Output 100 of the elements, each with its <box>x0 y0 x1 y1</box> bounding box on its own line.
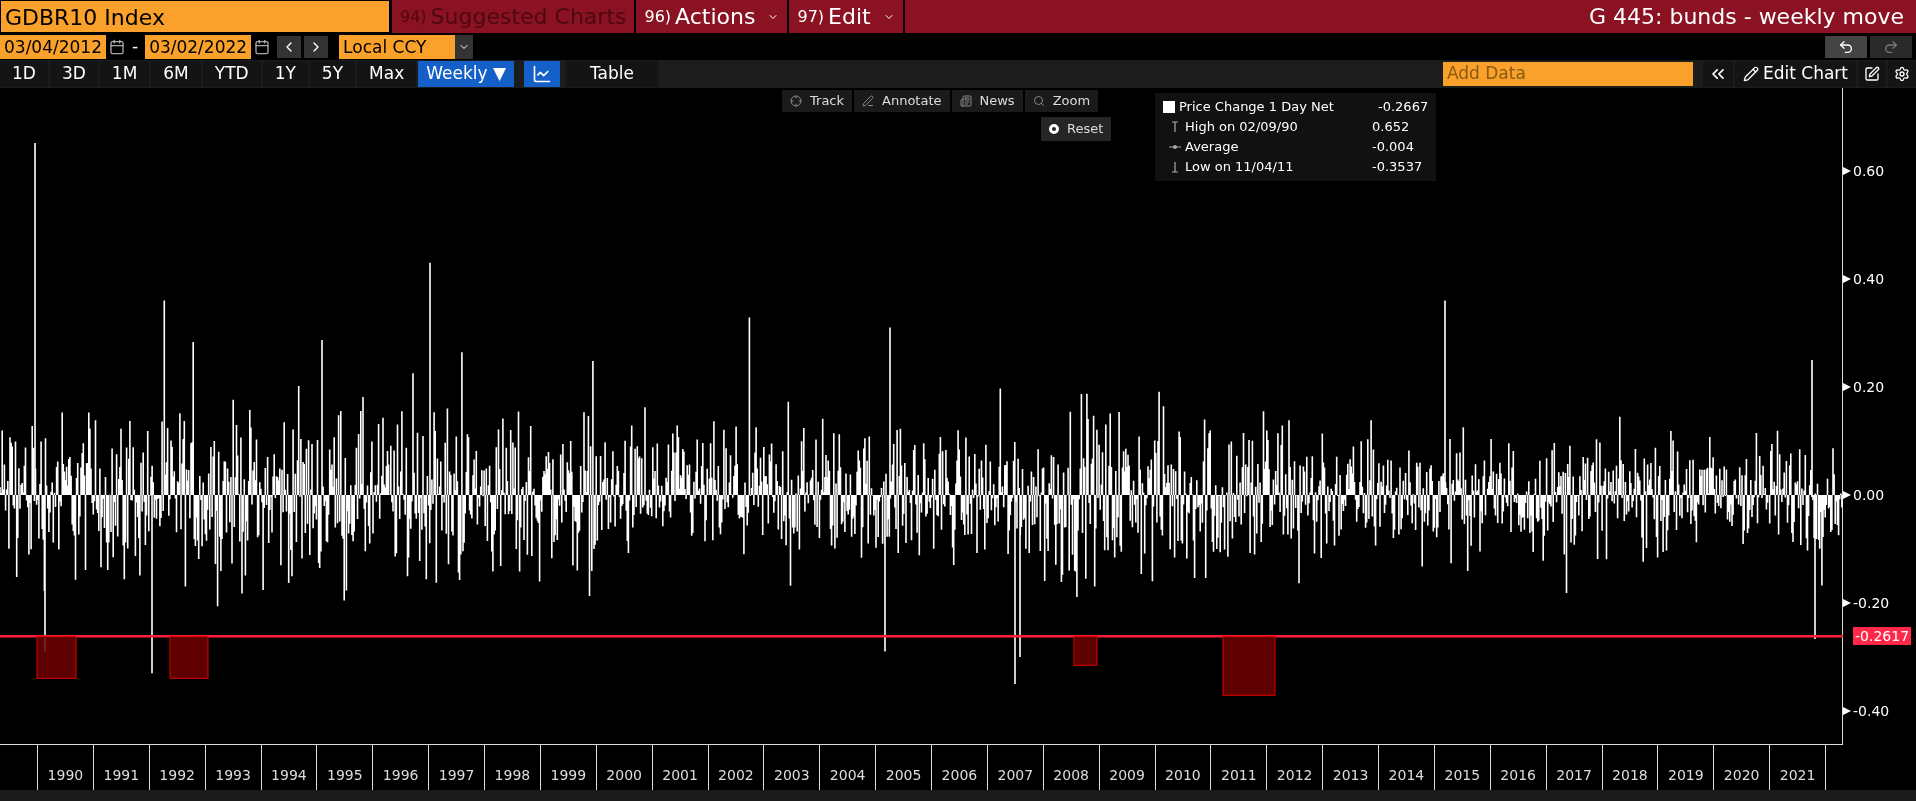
pencil-icon <box>1742 66 1759 82</box>
period-button[interactable]: 1D <box>0 61 48 87</box>
threshold-value-label: -0.2617 <box>1853 627 1912 646</box>
x-axis-label: 2019 <box>1668 766 1704 785</box>
period-button[interactable]: 3D <box>49 61 98 87</box>
y-axis-label: -0.20 <box>1853 594 1890 612</box>
x-axis-label: 2018 <box>1612 766 1648 785</box>
tick-marker-icon <box>1843 275 1851 283</box>
x-axis-label: 2021 <box>1779 766 1816 785</box>
settings-button[interactable] <box>1888 61 1916 87</box>
reset-icon <box>1049 124 1059 134</box>
search-icon <box>1032 95 1045 107</box>
settings-icon <box>1894 66 1910 82</box>
tick-marker-icon <box>1843 383 1851 391</box>
chart-tool-button[interactable]: Track <box>782 90 853 112</box>
period-button[interactable]: 1Y <box>262 61 308 87</box>
highlight-marker <box>1222 635 1276 696</box>
add-data-field[interactable]: Add Data <box>1442 62 1693 86</box>
x-axis-label: 2007 <box>997 766 1034 785</box>
chart-tool-button[interactable]: Zoom <box>1024 90 1099 112</box>
line-chart-icon <box>532 64 553 84</box>
period-button[interactable]: 5Y <box>309 61 356 87</box>
end-date-field[interactable]: 03/02/2022 <box>145 35 252 59</box>
series-value: -0.2667 <box>1378 98 1429 116</box>
x-axis-label: 2012 <box>1276 766 1313 785</box>
tick-marker-icon <box>1843 707 1851 715</box>
x-axis-label: 1997 <box>438 766 475 785</box>
x-axis-label: 2001 <box>662 766 698 785</box>
tick-marker-icon <box>1843 599 1851 607</box>
y-axis-label: 0.40 <box>1853 270 1885 288</box>
security-field[interactable]: GDBR10 Index <box>0 0 390 33</box>
next-button[interactable] <box>304 36 329 58</box>
undo-icon <box>1838 39 1854 55</box>
x-axis-label: 2000 <box>606 766 642 785</box>
calendar-icon[interactable] <box>254 39 271 55</box>
legend-label: Low on 11/04/11 <box>1185 158 1295 176</box>
x-axis-label: 1996 <box>382 766 419 785</box>
highlight-marker <box>1073 635 1098 666</box>
x-axis-label: 2008 <box>1053 766 1089 785</box>
legend-label: Average <box>1185 138 1240 156</box>
scrollbar-track[interactable] <box>0 790 1916 801</box>
previous-button[interactable] <box>277 36 302 58</box>
collapse-button[interactable] <box>1702 61 1733 87</box>
crosshair-icon <box>790 95 802 107</box>
period-button[interactable]: YTD <box>202 61 261 87</box>
legend-value: -0.004 <box>1372 138 1414 156</box>
undo-button[interactable] <box>1825 36 1867 58</box>
x-axis-label: 1991 <box>103 766 140 785</box>
chart-tool-button[interactable]: News <box>951 90 1023 112</box>
tick-marker-icon <box>1843 491 1851 499</box>
x-axis-label: 2015 <box>1444 766 1481 785</box>
x-axis-label: 2003 <box>774 766 810 785</box>
highlight-marker <box>169 635 209 679</box>
legend-label: High on 02/09/90 <box>1185 118 1299 136</box>
newspaper-icon <box>959 95 972 107</box>
x-axis-label: 1998 <box>494 766 531 785</box>
pen-icon <box>862 95 875 107</box>
x-axis-label: 1992 <box>159 766 195 785</box>
y-axis-label: 0.00 <box>1853 486 1885 504</box>
date-separator: - <box>131 35 140 59</box>
redo-icon <box>1883 39 1899 55</box>
x-axis-label: 2004 <box>829 766 866 785</box>
table-view-button[interactable]: Table <box>566 61 658 87</box>
x-axis-label: 2006 <box>941 766 978 785</box>
tick-marker-icon <box>1843 167 1851 175</box>
period-button[interactable]: 6M <box>151 61 201 87</box>
period-button[interactable]: 1M <box>99 61 150 87</box>
x-axis-label: 2011 <box>1221 766 1257 785</box>
period-button[interactable]: Max <box>357 61 417 87</box>
legend-swatch <box>1163 101 1175 113</box>
x-axis-label: 2016 <box>1500 766 1536 785</box>
x-axis-label: 2017 <box>1556 766 1592 785</box>
x-axis-label: 2005 <box>885 766 922 785</box>
average-marker-icon <box>1169 143 1181 151</box>
x-axis-label: 2014 <box>1388 766 1425 785</box>
x-axis-label: 2013 <box>1332 766 1369 785</box>
highlight-marker <box>36 635 77 679</box>
series-name: Price Change 1 Day Net <box>1179 98 1335 116</box>
x-axis-label: 1999 <box>550 766 587 785</box>
x-axis-label: 2010 <box>1165 766 1201 785</box>
y-axis-label: -0.40 <box>1853 702 1890 720</box>
y-axis-label: 0.20 <box>1853 378 1885 396</box>
x-axis-label: 2002 <box>718 766 754 785</box>
edit-chart-button[interactable]: Edit Chart <box>1734 61 1856 87</box>
x-axis-label: 1990 <box>47 766 84 785</box>
chart-tool-button[interactable]: Annotate <box>854 90 950 112</box>
edit-square-icon <box>1864 66 1880 82</box>
x-axis-label: 1994 <box>271 766 307 785</box>
chart-view-button[interactable] <box>524 61 561 87</box>
start-date-field[interactable]: 03/04/2012 <box>0 35 106 59</box>
x-axis-label: 1993 <box>215 766 251 785</box>
edit-button[interactable] <box>1858 61 1886 87</box>
reset-button[interactable]: Reset <box>1041 117 1112 141</box>
legend-value: 0.652 <box>1372 118 1410 136</box>
chart-title: G 445: bunds - weekly move <box>1589 3 1904 31</box>
legend-value: -0.3537 <box>1372 158 1423 176</box>
frequency-dropdown[interactable]: Weekly ▼ <box>418 61 515 87</box>
calendar-icon[interactable] <box>109 39 125 55</box>
high-marker-icon <box>1171 121 1179 133</box>
low-marker-icon <box>1171 161 1179 173</box>
